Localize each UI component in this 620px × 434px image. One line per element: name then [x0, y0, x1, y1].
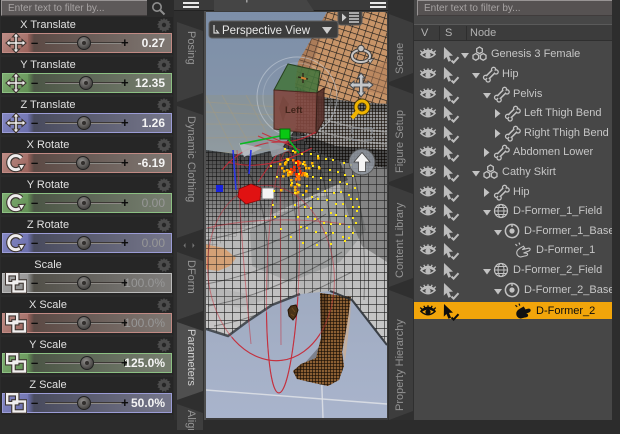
svg-text:Perspective View: Perspective View: [222, 25, 311, 37]
